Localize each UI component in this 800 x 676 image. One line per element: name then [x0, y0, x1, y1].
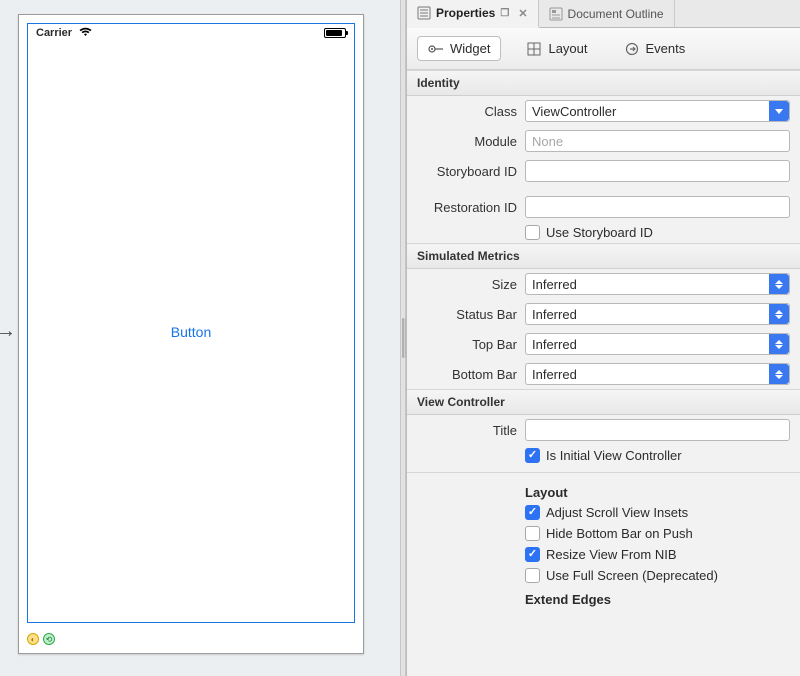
outline-icon [549, 7, 563, 21]
restoration-id-input[interactable] [525, 196, 790, 218]
storyboard-id-input[interactable] [525, 160, 790, 182]
layout-icon [526, 42, 542, 56]
device-content: Button [28, 42, 354, 622]
extend-edges-subheader: Extend Edges [407, 586, 800, 609]
widget-icon [428, 42, 444, 56]
exit-icon[interactable]: ⟲ [43, 633, 55, 645]
scene-frame[interactable]: Carrier Button ◐ ⟲ [18, 14, 364, 654]
status-bar: Carrier [28, 24, 354, 42]
restoration-id-label: Restoration ID [417, 200, 517, 215]
view-controller-header: View Controller [407, 389, 800, 415]
is-initial-vc-checkbox[interactable] [525, 448, 540, 463]
identity-section-header: Identity [407, 70, 800, 96]
device-view[interactable]: Carrier Button [27, 23, 355, 623]
adjust-insets-label: Adjust Scroll View Insets [546, 505, 688, 520]
resize-from-nib-label: Resize View From NIB [546, 547, 677, 562]
bottom-bar-value: Inferred [532, 367, 577, 382]
adjust-insets-checkbox[interactable] [525, 505, 540, 520]
top-bar-value: Inferred [532, 337, 577, 352]
class-label: Class [417, 104, 517, 119]
layout-subheader: Layout [407, 479, 800, 502]
wifi-icon [79, 26, 92, 40]
size-label: Size [417, 277, 517, 292]
top-bar-label: Top Bar [417, 337, 517, 352]
separator [407, 472, 800, 473]
chevron-down-icon[interactable] [769, 101, 789, 121]
properties-icon [417, 6, 431, 20]
close-icon[interactable]: ✕ [518, 7, 527, 20]
status-bar-select[interactable]: Inferred [525, 303, 790, 325]
hide-bottom-bar-checkbox[interactable] [525, 526, 540, 541]
panel-tabs: Properties ❐ ✕ Document Outline [407, 0, 800, 28]
events-icon [624, 42, 640, 56]
resize-from-nib-checkbox[interactable] [525, 547, 540, 562]
layout-tab[interactable]: Layout [515, 36, 598, 61]
battery-icon [324, 28, 346, 38]
status-bar-value: Inferred [532, 307, 577, 322]
properties-scroll[interactable]: Identity Class ViewController Module Sto… [407, 70, 800, 676]
storyboard-canvas[interactable]: → Carrier Button ◐ ⟲ [0, 0, 400, 676]
class-value: ViewController [532, 104, 616, 119]
module-label: Module [417, 134, 517, 149]
layout-tab-label: Layout [548, 41, 587, 56]
carrier-label: Carrier [36, 27, 72, 39]
canvas-button[interactable]: Button [171, 324, 211, 340]
events-tab-label: Events [646, 41, 686, 56]
properties-panel: Properties ❐ ✕ Document Outline Widget L… [406, 0, 800, 676]
stepper-icon[interactable] [769, 334, 789, 354]
tab-outline-label: Document Outline [568, 7, 664, 21]
pop-out-icon[interactable]: ❐ [500, 8, 509, 19]
hide-bottom-bar-label: Hide Bottom Bar on Push [546, 526, 693, 541]
bottom-bar-label: Bottom Bar [417, 367, 517, 382]
widget-tab[interactable]: Widget [417, 36, 501, 61]
use-storyboard-id-label: Use Storyboard ID [546, 225, 653, 240]
class-combo[interactable]: ViewController [525, 100, 790, 122]
title-label: Title [417, 423, 517, 438]
tab-properties[interactable]: Properties ❐ ✕ [407, 0, 539, 28]
use-storyboard-id-checkbox[interactable] [525, 225, 540, 240]
view-controller-icon[interactable]: ◐ [27, 633, 39, 645]
use-full-screen-label: Use Full Screen (Deprecated) [546, 568, 718, 583]
simulated-metrics-header: Simulated Metrics [407, 243, 800, 269]
storyboard-id-label: Storyboard ID [417, 164, 517, 179]
stepper-icon[interactable] [769, 304, 789, 324]
segue-arrow-icon: → [0, 320, 16, 343]
tab-document-outline[interactable]: Document Outline [539, 0, 675, 27]
top-bar-select[interactable]: Inferred [525, 333, 790, 355]
scene-dock[interactable]: ◐ ⟲ [27, 633, 55, 645]
size-select[interactable]: Inferred [525, 273, 790, 295]
widget-tab-label: Widget [450, 41, 490, 56]
status-bar-label: Status Bar [417, 307, 517, 322]
use-full-screen-checkbox[interactable] [525, 568, 540, 583]
stepper-icon[interactable] [769, 274, 789, 294]
is-initial-vc-label: Is Initial View Controller [546, 448, 682, 463]
size-value: Inferred [532, 277, 577, 292]
tab-properties-label: Properties [436, 6, 495, 20]
stepper-icon[interactable] [769, 364, 789, 384]
properties-toolbar: Widget Layout Events [407, 28, 800, 70]
module-input[interactable] [525, 130, 790, 152]
title-input[interactable] [525, 419, 790, 441]
events-tab[interactable]: Events [613, 36, 697, 61]
bottom-bar-select[interactable]: Inferred [525, 363, 790, 385]
